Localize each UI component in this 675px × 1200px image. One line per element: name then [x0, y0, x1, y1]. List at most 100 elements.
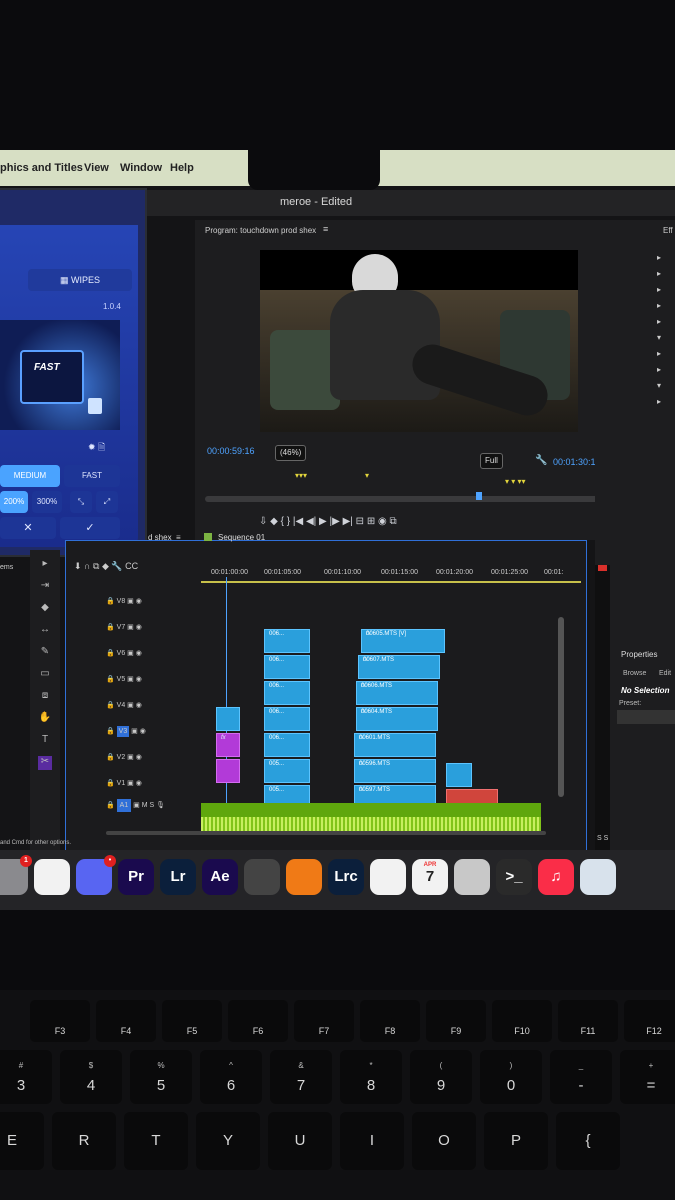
zoom-300-button[interactable]: 300%	[32, 491, 62, 513]
dock-icon-music[interactable]: ♫	[538, 859, 574, 895]
key-letter-0[interactable]: E	[0, 1112, 44, 1170]
clip-left-v2[interactable]: 005...	[264, 759, 310, 783]
key-1[interactable]: $4	[60, 1050, 122, 1104]
key-6[interactable]: (9	[410, 1050, 472, 1104]
settings-icon[interactable]: ✹ 🗎	[88, 440, 105, 456]
key-letter-2[interactable]: T	[124, 1112, 188, 1170]
key-f11[interactable]: F11	[558, 1000, 618, 1042]
timeline-settings-icon[interactable]: 🔧	[111, 561, 125, 571]
track-v5[interactable]: 🔒 V5 ▣ ◉	[106, 675, 142, 683]
track-v4[interactable]: 🔒 V4 ▣ ◉	[106, 701, 142, 709]
dock-icon-system-settings[interactable]: 1	[0, 855, 32, 895]
key-0[interactable]: #3	[0, 1050, 52, 1104]
clip-right-v4[interactable]: 00604.MTS fx	[356, 707, 438, 731]
extract-icon[interactable]: ⊞	[367, 516, 378, 527]
mute-button[interactable]: M	[142, 802, 148, 809]
key-letter-6[interactable]: O	[412, 1112, 476, 1170]
captions-icon[interactable]: CC	[125, 561, 138, 571]
insert-sequence-icon[interactable]: ⬇	[74, 561, 84, 571]
effects-tab[interactable]: Eff	[663, 226, 673, 235]
zoom-dropdown[interactable]: (46%)	[275, 445, 307, 461]
key-letter-7[interactable]: P	[484, 1112, 548, 1170]
track-a1[interactable]: 🔒 A1 ▣ M S 🎙	[106, 799, 165, 812]
track-v7[interactable]: 🔒 V7 ▣ ◉	[106, 623, 142, 631]
monitor-menu-icon[interactable]: ≡	[323, 224, 328, 234]
clip-left-v3[interactable]: 006...	[264, 733, 310, 757]
key-f4[interactable]: F4	[96, 1000, 156, 1042]
timecode-in[interactable]: 00:00:59:16	[207, 446, 255, 456]
properties-tab[interactable]: Properties	[621, 650, 657, 659]
menu-graphics-titles[interactable]: phics and Titles	[0, 162, 83, 174]
dock-icon-wi-fi[interactable]	[370, 859, 406, 895]
tab-sequence-01[interactable]: Sequence 01	[218, 533, 265, 542]
track-v1[interactable]: 🔒 V1 ▣ ◉	[106, 779, 142, 787]
go-to-out-icon[interactable]: ▶|	[343, 516, 356, 527]
preset-thumbnail[interactable]: FAST	[0, 320, 120, 430]
key-letter-5[interactable]: I	[340, 1112, 404, 1170]
clip-left-v4[interactable]: 006...	[264, 707, 310, 731]
key-5[interactable]: * 8	[340, 1050, 402, 1104]
clip-right-v5[interactable]: 00606.MTS fx	[356, 681, 438, 705]
play-icon[interactable]: ▶	[319, 516, 329, 527]
playhead[interactable]	[475, 492, 482, 500]
key-9[interactable]: + =	[620, 1050, 675, 1104]
menu-help[interactable]: Help	[170, 162, 194, 174]
dock-icon-discord[interactable]: •	[76, 855, 116, 895]
zoom-200-button[interactable]: 200%	[0, 491, 28, 513]
track-v2[interactable]: 🔒 V2 ▣ ◉	[106, 753, 142, 761]
insert-icon[interactable]: ⇩	[259, 516, 270, 527]
audio-meter-solo[interactable]: S S	[597, 835, 608, 842]
hand-tool-icon[interactable]: ✋	[38, 712, 52, 726]
clip-right-v2[interactable]: 00596.MTS fx	[354, 759, 436, 783]
tab-wipes[interactable]: ▦ WIPES	[28, 269, 132, 291]
key-f8[interactable]: F8	[360, 1000, 420, 1042]
slip-tool-icon[interactable]: ⧈	[38, 690, 52, 704]
shrink-icon[interactable]: ⤡	[70, 491, 92, 513]
compare-icon[interactable]: ⧉	[390, 516, 397, 527]
marker-add-icon[interactable]: ◆	[270, 516, 280, 527]
clip-left-v7[interactable]: 006...	[264, 629, 310, 653]
key-f7[interactable]: F7	[294, 1000, 354, 1042]
type-tool-icon[interactable]: T	[38, 734, 52, 748]
key-f5[interactable]: F5	[162, 1000, 222, 1042]
scrub-bar[interactable]	[205, 492, 615, 502]
key-3[interactable]: ^ 6	[200, 1050, 262, 1104]
dock-icon-lightroom[interactable]: Lr	[160, 859, 196, 895]
edit-tab[interactable]: Edit	[659, 670, 671, 677]
add-marker-icon[interactable]: ◆	[102, 561, 111, 571]
clip-left-v5[interactable]: 006...	[264, 681, 310, 705]
dock-icon-calendar[interactable]: 7 APR	[412, 859, 448, 895]
pen-tool-icon[interactable]: ✎	[38, 646, 52, 660]
dock-icon-terminal[interactable]: >_	[496, 859, 532, 895]
clip-right-v6[interactable]: 00607.MTS fx	[358, 655, 440, 679]
track-v6[interactable]: 🔒 V6 ▣ ◉	[106, 649, 142, 657]
menu-window[interactable]: Window	[120, 162, 162, 174]
go-to-in-icon[interactable]: |◀	[293, 516, 306, 527]
key-4[interactable]: & 7	[270, 1050, 332, 1104]
clip-small-v2[interactable]	[216, 759, 240, 783]
dock-icon-preview[interactable]	[580, 859, 616, 895]
dock-icon-after-effects[interactable]: Ae	[202, 859, 238, 895]
selection-tool-icon[interactable]: ▸	[38, 558, 52, 572]
clip-right-v7[interactable]: 00605.MTS [V] fx	[361, 629, 445, 653]
track-v3[interactable]: 🔒 V3 ▣ ◉	[106, 726, 146, 737]
speed-fast-button[interactable]: FAST	[64, 465, 120, 487]
snap-icon[interactable]: ∩	[84, 561, 93, 571]
key-8[interactable]: _ -	[550, 1050, 612, 1104]
vertical-scrollbar[interactable]	[558, 617, 564, 797]
resolution-dropdown[interactable]: Full	[480, 453, 503, 469]
dock-icon-fl-studio[interactable]	[286, 859, 322, 895]
track-v8[interactable]: 🔒 V8 ▣ ◉	[106, 597, 142, 605]
marker-icon[interactable]: ▾ ▾ ▾▾	[505, 477, 526, 486]
key-letter-3[interactable]: Y	[196, 1112, 260, 1170]
rectangle-tool-icon[interactable]: ▭	[38, 668, 52, 682]
timecode-out[interactable]: 00:01:30:12	[553, 457, 601, 467]
key-letter-1[interactable]: R	[52, 1112, 116, 1170]
menu-view[interactable]: View	[84, 162, 109, 174]
step-back-icon[interactable]: ◀|	[306, 516, 319, 527]
work-area-bar[interactable]	[201, 581, 581, 583]
clip-small-v4[interactable]	[216, 707, 240, 731]
cancel-button[interactable]: ✕	[0, 517, 56, 539]
confirm-button[interactable]: ✓	[60, 517, 120, 539]
dock-icon-premiere-pro[interactable]: Pr	[118, 859, 154, 895]
